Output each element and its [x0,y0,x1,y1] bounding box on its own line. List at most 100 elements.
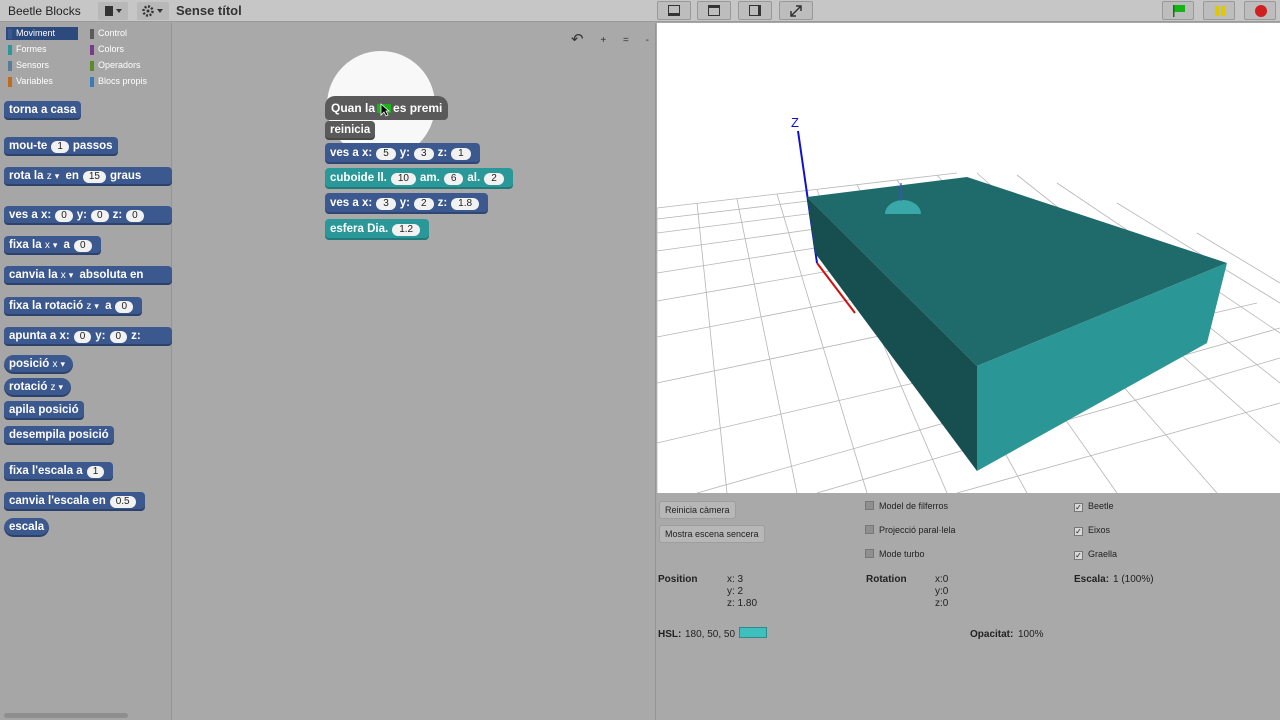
fullscreen-button[interactable] [779,1,813,20]
category-operadors[interactable]: Operadors [88,59,160,72]
3d-stage[interactable]: Z [657,23,1280,493]
block-label: a [105,300,112,312]
checkbox-label: Projecció paral·lela [879,525,956,535]
axes-checkbox[interactable]: ✓ Eixos [1074,525,1110,536]
axis-dropdown[interactable]: x [52,359,57,370]
reporter-escala[interactable]: escala [4,518,50,537]
block-label: cuboide ll. [330,172,387,184]
color-swatch [739,627,767,638]
layout-hide-button[interactable] [738,1,772,20]
value-input[interactable]: 0 [73,240,92,252]
y-input[interactable]: 2 [414,198,434,210]
grid-checkbox[interactable]: ✓ Graella [1074,549,1117,560]
z-input[interactable]: 1 [451,148,471,160]
block-label: z: [437,147,448,159]
green-flag-button[interactable] [1162,1,1194,20]
reporter-rotacio[interactable]: rotació z ▾ [4,378,72,397]
block-desempila-posicio[interactable]: desempila posició [4,426,114,445]
layout-normal-button[interactable] [657,1,691,20]
pause-button[interactable] [1203,1,1235,20]
category-formes[interactable]: Formes [6,43,78,56]
zoom-reset-button[interactable]: = [623,35,629,46]
position-z: z: 1.80 [727,598,758,609]
block-canvia-escala[interactable]: canvia l'escala en 0.5 [4,492,145,511]
reporter-posicio[interactable]: posició x ▾ [4,355,73,374]
degrees-input[interactable]: 15 [82,171,106,183]
block-ves-a[interactable]: ves a x: 0 y: 0 z: 0 [4,206,172,225]
palette-scrollbar[interactable] [4,713,128,718]
diameter-input[interactable]: 1.2 [392,224,421,236]
reset-camera-button[interactable]: Reinicia càmera [659,501,736,519]
y-input[interactable]: 0 [91,210,109,222]
zoom-in-button[interactable]: + [600,35,606,46]
wireframe-checkbox[interactable]: Model de filferros [865,501,948,511]
scale-input[interactable]: 1 [86,466,105,478]
dropdown-arrow-icon: ▾ [54,171,60,181]
category-label: Blocs propis [98,76,148,86]
height-input[interactable]: 2 [484,173,504,185]
z-input[interactable]: 0 [126,210,144,222]
block-label: z: [437,197,448,209]
axis-dropdown[interactable]: z [47,171,52,182]
dropdown-arrow-icon: ▾ [94,301,99,311]
settings-menu-button[interactable] [137,2,169,20]
x-input[interactable]: 3 [376,198,396,210]
z-input[interactable]: 1.8 [451,198,480,210]
y-input[interactable]: 3 [414,148,434,160]
block-torna-a-casa[interactable]: torna a casa [4,101,82,120]
axis-dropdown[interactable]: x [61,270,66,281]
block-canvia-la[interactable]: canvia la x ▾ absoluta en [4,266,172,285]
stop-button[interactable] [1244,1,1276,20]
category-colors[interactable]: Colors [88,43,160,56]
steps-input[interactable]: 1 [51,141,69,153]
script-block-esfera[interactable]: esfera Dia. 1.2 [325,219,430,240]
block-label: am. [420,172,440,184]
block-apunta-a[interactable]: apunta a x: 0 y: 0 z: [4,327,172,346]
block-label: graus [110,170,142,182]
category-sensors[interactable]: Sensors [6,59,78,72]
category-control[interactable]: Control [88,27,160,40]
scripting-area[interactable]: ↶ + = - Quan la es premi reinicia ves a x… [173,23,656,720]
scale-input[interactable]: 0.5 [109,496,136,508]
show-whole-scene-button[interactable]: Mostra escena sencera [659,525,765,543]
category-label: Control [98,28,128,38]
category-variables[interactable]: Variables [6,75,78,88]
file-menu-button[interactable] [98,2,128,20]
x-input[interactable]: 0 [55,210,73,222]
block-fixa-la[interactable]: fixa la x ▾ a0 [4,236,101,255]
turbo-mode-checkbox[interactable]: Mode turbo [865,549,925,559]
x-input[interactable]: 5 [376,148,396,160]
hsl-value: 180, 50, 50 [685,629,736,640]
checkmark-icon: ✓ [1074,551,1083,560]
axis-dropdown[interactable]: z [86,301,91,312]
script-block-ves-a-2[interactable]: ves a x: 3 y: 2 z: 1.8 [325,193,489,214]
script-block-cuboide[interactable]: cuboide ll. 10 am. 6 al. 2 [325,168,513,189]
width-input[interactable]: 6 [443,173,464,185]
axis-dropdown[interactable]: z [51,382,56,393]
block-rota[interactable]: rota la z ▾ en 15 graus [4,167,172,186]
zoom-out-button[interactable]: - [646,35,649,46]
block-label: z: [112,209,123,221]
block-reinicia[interactable]: reinicia [325,121,376,140]
block-apila-posicio[interactable]: apila posició [4,401,84,420]
block-fixa-escala[interactable]: fixa l'escala a1 [4,462,114,481]
script-block-ves-a-1[interactable]: ves a x: 5 y: 3 z: 1 [325,143,480,164]
layout-small-button[interactable] [697,1,731,20]
category-moviment[interactable]: Moviment [6,27,78,40]
y-input[interactable]: 0 [109,331,128,343]
block-fixa-rotacio[interactable]: fixa la rotació z ▾ a0 [4,297,143,316]
parallel-projection-checkbox[interactable]: Projecció paral·lela [865,525,956,535]
block-label: esfera Dia. [330,223,389,235]
block-label: y: [95,330,106,342]
axis-dropdown[interactable]: x [45,240,50,251]
block-label: escala [9,521,45,533]
script-controls: ↶ + = - [571,29,649,48]
category-blocs-propis[interactable]: Blocs propis [88,75,160,88]
undo-icon[interactable]: ↶ [571,31,584,48]
beetle-checkbox[interactable]: ✓ Beetle [1074,501,1114,512]
value-input[interactable]: 0 [115,301,134,313]
block-mou-te[interactable]: mou-te 1 passos [4,137,118,156]
x-input[interactable]: 0 [73,331,92,343]
block-label: y: [399,197,410,209]
length-input[interactable]: 10 [390,173,416,185]
